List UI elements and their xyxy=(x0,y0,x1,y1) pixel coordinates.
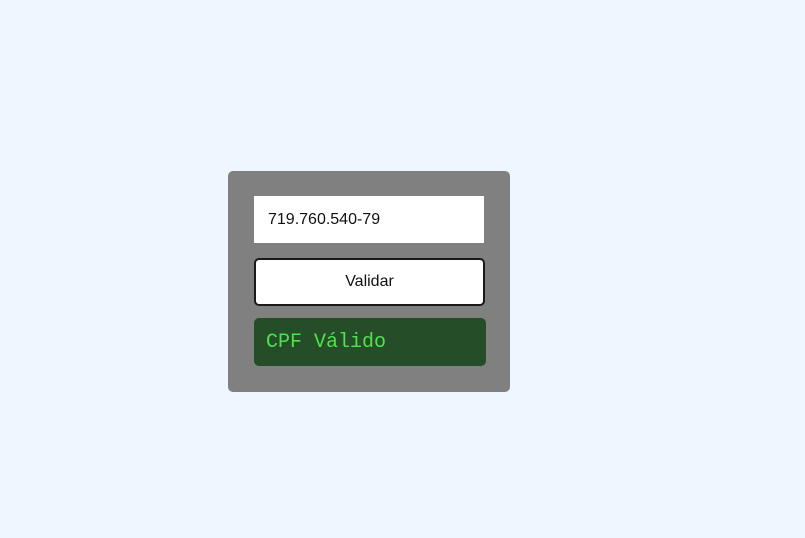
cpf-input[interactable] xyxy=(254,196,484,243)
validation-result-box: CPF Válido xyxy=(254,318,486,366)
cpf-validator-card: Validar CPF Válido xyxy=(228,171,510,392)
page: Validar CPF Válido xyxy=(0,0,805,538)
validate-button[interactable]: Validar xyxy=(254,258,485,306)
validation-result-text: CPF Válido xyxy=(266,330,387,354)
